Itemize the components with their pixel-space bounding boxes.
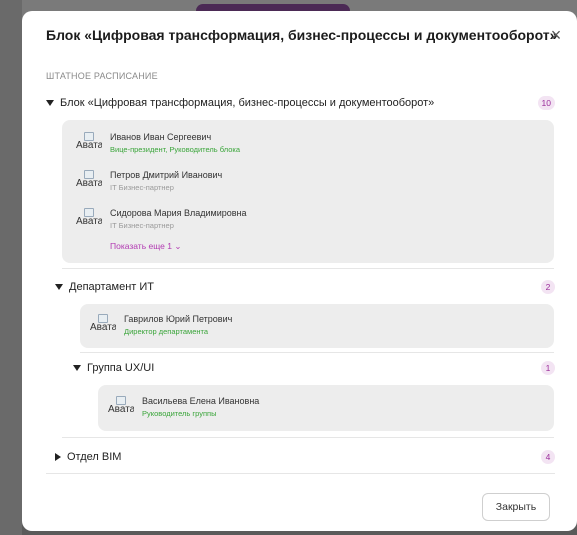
chevron-down-icon: ⌄: [174, 241, 182, 251]
avatar-alt: Аватар: [90, 322, 116, 333]
expand-down-icon[interactable]: [55, 284, 63, 290]
tree-node-bim[interactable]: Отдел BIM 4: [55, 446, 555, 468]
node-label: Департамент ИТ: [69, 281, 155, 293]
staff-modal: Блок «Цифровая трансформация, бизнес-про…: [22, 11, 577, 531]
backdrop-left: [0, 0, 22, 535]
person-role: Руководитель группы: [142, 409, 217, 418]
avatar-alt: Аватар: [76, 140, 102, 151]
person-name: Иванов Иван Сергеевич: [110, 132, 212, 142]
avatar: Аватар: [90, 312, 116, 342]
expand-right-icon[interactable]: [55, 453, 61, 461]
node-label: Отдел BIM: [67, 451, 122, 463]
person-role: IT Бизнес-партнер: [110, 183, 174, 192]
person-role: Вице-президент, Руководитель блока: [110, 145, 241, 154]
members-card-dept: Аватар Гаврилов Юрий Петрович Директор д…: [80, 304, 554, 348]
count-badge: 10: [537, 96, 555, 110]
count-badge: 1: [541, 361, 555, 375]
node-label: Группа UX/UI: [87, 362, 155, 374]
show-more-label: Показать еще 1: [110, 241, 172, 251]
avatar-alt: Аватар: [108, 404, 134, 415]
avatar: Аватар: [76, 130, 102, 160]
person-role: Директор департамента: [124, 327, 209, 336]
tree-node-root[interactable]: Блок «Цифровая трансформация, бизнес-про…: [46, 92, 555, 114]
avatar: Аватар: [76, 168, 102, 198]
tree-node-dept[interactable]: Департамент ИТ 2: [55, 276, 555, 298]
person-item[interactable]: Аватар Петров Дмитрий Иванович IT Бизнес…: [76, 168, 376, 198]
close-button[interactable]: Закрыть: [482, 493, 550, 521]
avatar: Аватар: [76, 206, 102, 236]
node-label: Блок «Цифровая трансформация, бизнес-про…: [60, 97, 435, 109]
divider: [62, 268, 554, 269]
tree-node-group[interactable]: Группа UX/UI 1: [73, 357, 555, 379]
person-name: Сидорова Мария Владимировна: [110, 208, 247, 218]
expand-down-icon[interactable]: [73, 365, 81, 371]
modal-header: Блок «Цифровая трансформация, бизнес-про…: [46, 23, 566, 47]
count-badge: 2: [541, 280, 555, 294]
members-card-root: Аватар Иванов Иван Сергеевич Вице-презид…: [62, 120, 554, 263]
expand-down-icon[interactable]: [46, 100, 54, 106]
person-item[interactable]: Аватар Васильева Елена Ивановна Руководи…: [108, 394, 408, 424]
members-card-group: Аватар Васильева Елена Ивановна Руководи…: [98, 385, 554, 431]
divider: [80, 352, 554, 353]
count-badge: 4: [541, 450, 555, 464]
person-role: IT Бизнес-партнер: [110, 221, 174, 230]
person-name: Гаврилов Юрий Петрович: [124, 314, 233, 324]
person-item[interactable]: Аватар Сидорова Мария Владимировна IT Би…: [76, 206, 376, 236]
avatar: Аватар: [108, 394, 134, 424]
divider: [62, 437, 554, 438]
avatar-alt: Аватар: [76, 178, 102, 189]
person-item[interactable]: Аватар Иванов Иван Сергеевич Вице-презид…: [76, 130, 376, 160]
person-name: Васильева Елена Ивановна: [142, 396, 260, 406]
modal-title: Блок «Цифровая трансформация, бизнес-про…: [46, 27, 558, 43]
divider: [46, 473, 555, 474]
section-label: ШТАТНОЕ РАСПИСАНИЕ: [46, 71, 158, 81]
close-icon[interactable]: ×: [546, 23, 566, 47]
person-item[interactable]: Аватар Гаврилов Юрий Петрович Директор д…: [90, 312, 390, 342]
show-more-link[interactable]: Показать еще 1 ⌄: [110, 241, 181, 252]
person-name: Петров Дмитрий Иванович: [110, 170, 223, 180]
avatar-alt: Аватар: [76, 216, 102, 227]
